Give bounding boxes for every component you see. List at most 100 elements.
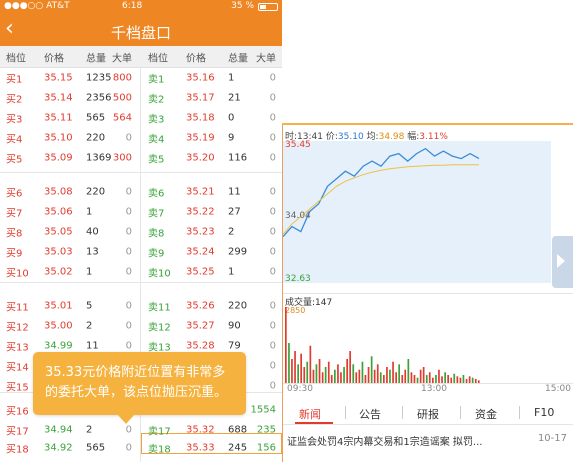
price-mid-label: 34.04	[285, 211, 311, 221]
order-book-row: 买18 34.92 565 0 卖18 35.33 245 156	[0, 438, 282, 458]
volume-bar	[410, 372, 413, 383]
tab-f10[interactable]: F10	[534, 406, 554, 419]
ask-price: 35.25	[186, 266, 215, 278]
bid-large-order: 300	[112, 152, 132, 164]
ask-large-order: 0	[269, 246, 276, 258]
ask-price: 35.27	[186, 320, 215, 332]
volume-chart-area	[283, 297, 573, 385]
order-book-row: 买6 35.08 220 0 卖6 35.21 11 0	[0, 182, 282, 202]
bid-price: 35.06	[44, 206, 73, 218]
news-item[interactable]: 证监会处罚4宗内幕交易和1宗造谣案 拟罚... 10-17	[287, 433, 573, 448]
tab-funds[interactable]: 资金	[475, 406, 497, 422]
ask-large-order: 1554	[250, 404, 276, 416]
ask-level: 卖3	[148, 114, 165, 126]
ask-large-order: 0	[269, 300, 276, 312]
bid-volume: 220	[86, 132, 106, 144]
bid-volume: 2	[86, 320, 93, 332]
volume-bar	[285, 307, 287, 383]
ask-large-order: 0	[269, 132, 276, 144]
time-mid-label: 13:00	[421, 384, 447, 394]
ask-level: 卖2	[148, 94, 165, 106]
bid-level: 买4	[6, 134, 23, 146]
ask-large-order: 0	[269, 92, 276, 104]
volume-bar	[303, 367, 306, 383]
volume-bar	[318, 359, 321, 383]
volume-bar	[324, 367, 327, 383]
ask-large-order: 0	[269, 340, 276, 352]
volume-chart	[285, 307, 480, 383]
volume-bar	[346, 359, 348, 383]
tab-divider	[402, 406, 403, 419]
ask-level: 卖10	[148, 268, 171, 280]
bid-price: 35.01	[44, 300, 73, 312]
volume-bar	[379, 372, 382, 383]
volume-bar	[395, 372, 397, 383]
ask-volume: 220	[228, 300, 248, 312]
ask-level: 卖4	[148, 134, 165, 146]
time-end-label: 15:00	[545, 384, 571, 394]
volume-bar	[435, 375, 437, 383]
bid-volume: 40	[86, 226, 99, 238]
header-volume: 总量	[86, 53, 106, 64]
bid-level: 买2	[6, 94, 23, 106]
ask-volume: 299	[228, 246, 248, 258]
tab-news[interactable]: 新闻	[299, 406, 321, 422]
ask-volume: 1	[228, 266, 235, 278]
battery-label: 35 %	[231, 1, 254, 11]
volume-bar	[422, 367, 425, 383]
tab-divider	[460, 406, 461, 419]
volume-bar	[309, 345, 312, 383]
bid-volume: 2356	[86, 92, 112, 104]
bid-level: 买12	[6, 322, 29, 334]
volume-bar	[376, 364, 379, 383]
bid-large-order: 0	[125, 206, 132, 218]
volume-bar	[321, 372, 324, 383]
ask-price: 35.32	[186, 424, 215, 436]
bid-price: 35.10	[44, 132, 73, 144]
order-book-row: 买4 35.10 220 0 卖4 35.19 9 0	[0, 128, 282, 148]
volume-bar	[330, 375, 333, 383]
bid-volume: 5	[86, 300, 93, 312]
row-group-divider	[0, 172, 282, 173]
bid-level: 买11	[6, 302, 29, 314]
ask-large-order: 0	[269, 380, 276, 392]
chart-card: 时:13:41 价:35.10 均:34.98 幅:3.11% 35.45 34…	[282, 125, 573, 462]
ask-large-order: 0	[269, 360, 276, 372]
info-tabs: 新闻 公告 研报 资金 F10	[283, 401, 573, 425]
ask-level: 卖17	[148, 426, 171, 438]
volume-bar	[438, 369, 440, 383]
tab-announcements[interactable]: 公告	[359, 406, 381, 422]
status-bar: ●●●○○ AT&T 6:18 35 %	[0, 0, 282, 14]
ask-price: 35.28	[186, 340, 215, 352]
bid-large-order: 0	[125, 186, 132, 198]
row-group-divider	[0, 282, 282, 283]
bid-price: 34.92	[44, 442, 73, 454]
bid-large-order: 0	[125, 320, 132, 332]
header-volume: 总量	[228, 53, 248, 64]
volume-bar	[447, 375, 449, 383]
volume-bar	[413, 375, 416, 383]
expand-arrow-icon[interactable]	[552, 236, 573, 288]
volume-bar	[291, 359, 293, 383]
news-date: 10-17	[537, 433, 567, 444]
bid-large-order: 0	[125, 442, 132, 454]
bid-level: 买17	[6, 426, 29, 438]
ask-price: 35.19	[186, 132, 215, 144]
ask-price: 35.17	[186, 92, 215, 104]
bid-level: 买13	[6, 342, 29, 354]
ask-price: 35.16	[186, 72, 215, 84]
volume-bar	[327, 361, 330, 383]
volume-bar	[370, 356, 373, 383]
ask-level: 卖8	[148, 228, 165, 240]
ask-large-order: 235	[256, 424, 276, 436]
bid-price: 35.14	[44, 92, 73, 104]
price-min-label: 32.63	[285, 274, 311, 284]
tab-reports[interactable]: 研报	[417, 406, 439, 422]
volume-bar	[453, 373, 456, 383]
volume-bar	[383, 375, 385, 383]
volume-bar	[361, 361, 364, 383]
bid-large-order: 500	[112, 92, 132, 104]
price-chart-area[interactable]	[282, 141, 551, 283]
volume-bar	[407, 359, 410, 383]
bid-level: 买10	[6, 268, 29, 280]
